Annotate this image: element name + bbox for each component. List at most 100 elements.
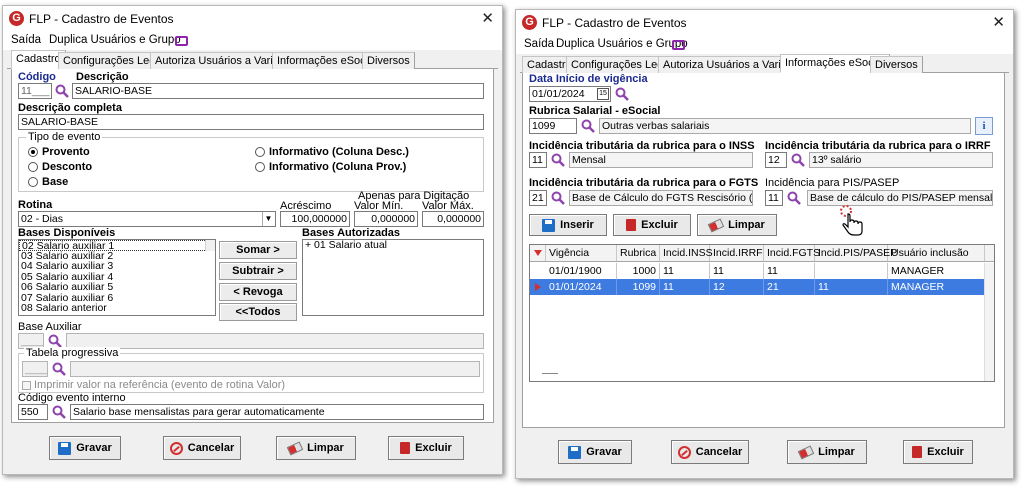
- cadastro-panel: Código Descrição 11___ SALARIO-BASE Desc…: [11, 69, 494, 423]
- pis-label: Incidência para PIS/PASEP: [765, 177, 900, 189]
- excluir-row-button[interactable]: Excluir: [613, 214, 691, 236]
- tab-strip: Cadastro Configurações Legais Autoriza U…: [520, 54, 1009, 73]
- close-icon[interactable]: ✕: [481, 9, 494, 27]
- header-vigencia[interactable]: Vigência: [546, 245, 617, 261]
- fgts-code-input[interactable]: 21: [529, 190, 547, 206]
- bases-disponiveis-label: Bases Disponíveis: [18, 227, 116, 239]
- radio-informativo-desc[interactable]: [255, 147, 265, 157]
- radio-base[interactable]: [28, 177, 38, 187]
- radio-desconto-label: Desconto: [42, 161, 93, 173]
- floppy-icon: [542, 218, 556, 232]
- chat-icon[interactable]: [175, 36, 188, 46]
- close-icon[interactable]: ✕: [992, 13, 1005, 31]
- calendar-icon[interactable]: 15: [597, 88, 609, 100]
- chevron-down-icon[interactable]: ▼: [262, 212, 274, 226]
- cancelar-button[interactable]: Cancelar: [671, 440, 749, 464]
- menu-saida[interactable]: Saída: [524, 38, 554, 50]
- table-row[interactable]: 01/01/1900 1000 11 11 11 MANAGER: [530, 263, 985, 279]
- info-icon[interactable]: i: [975, 117, 993, 135]
- floppy-icon: [58, 441, 72, 455]
- header-irrf[interactable]: Incid.IRRF: [710, 245, 764, 261]
- radio-desconto[interactable]: [28, 162, 38, 172]
- list-item[interactable]: + 01 Salario atual: [303, 240, 483, 251]
- subtrair-button[interactable]: Subtrair >: [219, 262, 297, 280]
- inss-code-input[interactable]: 11: [529, 152, 547, 168]
- chat-icon[interactable]: [672, 40, 685, 50]
- imprimir-checkbox[interactable]: [22, 381, 31, 390]
- desc-completa-input[interactable]: SALARIO-BASE: [18, 114, 484, 130]
- menu-saida[interactable]: Saída: [11, 34, 41, 46]
- table-row-selected[interactable]: 01/01/2024 1099 11 12 21 11 MANAGER: [530, 279, 985, 295]
- header-rubrica[interactable]: Rubrica: [617, 245, 660, 261]
- valor-max-input[interactable]: 0,000000: [422, 211, 484, 227]
- cell-pis: [815, 263, 888, 279]
- codigo-input[interactable]: 11___: [18, 83, 52, 99]
- search-icon[interactable]: [52, 405, 66, 419]
- todos-button[interactable]: <<Todos: [219, 303, 297, 321]
- cancelar-label: Cancelar: [187, 442, 235, 454]
- list-item[interactable]: 06 Salario auxiliar 5: [19, 282, 215, 293]
- radio-provento[interactable]: [28, 147, 38, 157]
- menu-duplica[interactable]: Duplica Usuários e Grupo: [556, 38, 688, 50]
- cod-interno-input[interactable]: 550: [18, 404, 48, 420]
- revoga-button[interactable]: < Revoga: [219, 283, 297, 301]
- excluir-button[interactable]: Excluir: [903, 440, 973, 464]
- grid-scrollbar[interactable]: [984, 263, 994, 381]
- bases-autorizadas-label: Bases Autorizadas: [302, 227, 401, 239]
- descricao-input[interactable]: SALARIO-BASE: [72, 83, 484, 99]
- search-icon[interactable]: [615, 87, 629, 101]
- fgts-desc: Base de Cálculo do FGTS Rescisório (avis…: [569, 190, 753, 206]
- list-item[interactable]: 02 Salario auxiliar 1: [19, 240, 215, 251]
- irrf-code-input[interactable]: 12: [765, 152, 787, 168]
- somar-button[interactable]: Somar >: [219, 241, 297, 259]
- list-item[interactable]: 04 Salario auxiliar 3: [19, 261, 215, 272]
- scrollbar[interactable]: [205, 240, 215, 251]
- header-inss[interactable]: Incid.INSS: [660, 245, 713, 261]
- search-icon[interactable]: [52, 362, 66, 376]
- cell-pis: 11: [815, 279, 888, 295]
- menu-duplica[interactable]: Duplica Usuários e Grupo: [49, 34, 181, 46]
- tabela-progressiva-input[interactable]: ____: [22, 361, 48, 377]
- grid-divider: [542, 373, 558, 374]
- limpar-row-button[interactable]: Limpar: [697, 214, 777, 236]
- valor-min-input[interactable]: 0,000000: [354, 211, 418, 227]
- bases-disponiveis-list[interactable]: 02 Salario auxiliar 1 03 Salario auxilia…: [18, 239, 216, 316]
- header-fgts[interactable]: Incid.FGTS: [764, 245, 820, 261]
- acrescimo-input[interactable]: 100,000000: [280, 211, 350, 227]
- limpar-label: Limpar: [307, 442, 344, 454]
- limpar-button[interactable]: Limpar: [276, 436, 356, 460]
- header-pis[interactable]: Incid.PIS/PASEP: [815, 245, 897, 261]
- list-item[interactable]: 08 Salario anterior: [19, 303, 215, 314]
- sort-icon[interactable]: [534, 250, 542, 256]
- inserir-button[interactable]: Inserir: [529, 214, 607, 236]
- header-usuario[interactable]: Usuário inclusão: [888, 245, 985, 261]
- search-icon[interactable]: [787, 191, 801, 205]
- tab-diversos[interactable]: Diversos: [362, 52, 415, 69]
- cell-irrf: 11: [710, 263, 764, 279]
- gravar-button[interactable]: Gravar: [49, 436, 121, 460]
- bases-autorizadas-list[interactable]: + 01 Salario atual: [302, 239, 484, 316]
- search-icon[interactable]: [581, 119, 595, 133]
- window-title: FLP - Cadastro de Eventos: [29, 12, 174, 26]
- rotina-select[interactable]: 02 - Dias ▼: [18, 211, 276, 227]
- radio-informativo-prov[interactable]: [255, 162, 265, 172]
- rubrica-code-input[interactable]: 1099: [529, 118, 577, 134]
- inserir-label: Inserir: [560, 219, 594, 231]
- app-logo-icon: G: [522, 15, 537, 30]
- tab-diversos[interactable]: Diversos: [870, 56, 923, 73]
- search-icon[interactable]: [55, 84, 69, 98]
- limpar-button[interactable]: Limpar: [787, 440, 867, 464]
- menu-bar: Saída Duplica Usuários e Grupo: [3, 32, 502, 50]
- excluir-button[interactable]: Excluir: [388, 436, 464, 460]
- cell-inss: 11: [660, 263, 710, 279]
- search-icon[interactable]: [551, 191, 565, 205]
- title-bar: G FLP - Cadastro de Eventos ✕: [516, 10, 1013, 36]
- search-icon[interactable]: [551, 153, 565, 167]
- vigencia-grid[interactable]: Vigência Rubrica Incid.INSS Incid.IRRF I…: [529, 244, 995, 382]
- search-icon[interactable]: [48, 334, 62, 348]
- pis-code-input[interactable]: 11: [765, 190, 783, 206]
- gravar-button[interactable]: Gravar: [558, 440, 632, 464]
- search-icon[interactable]: [791, 153, 805, 167]
- cancelar-button[interactable]: Cancelar: [163, 436, 241, 460]
- cell-irrf: 12: [710, 279, 764, 295]
